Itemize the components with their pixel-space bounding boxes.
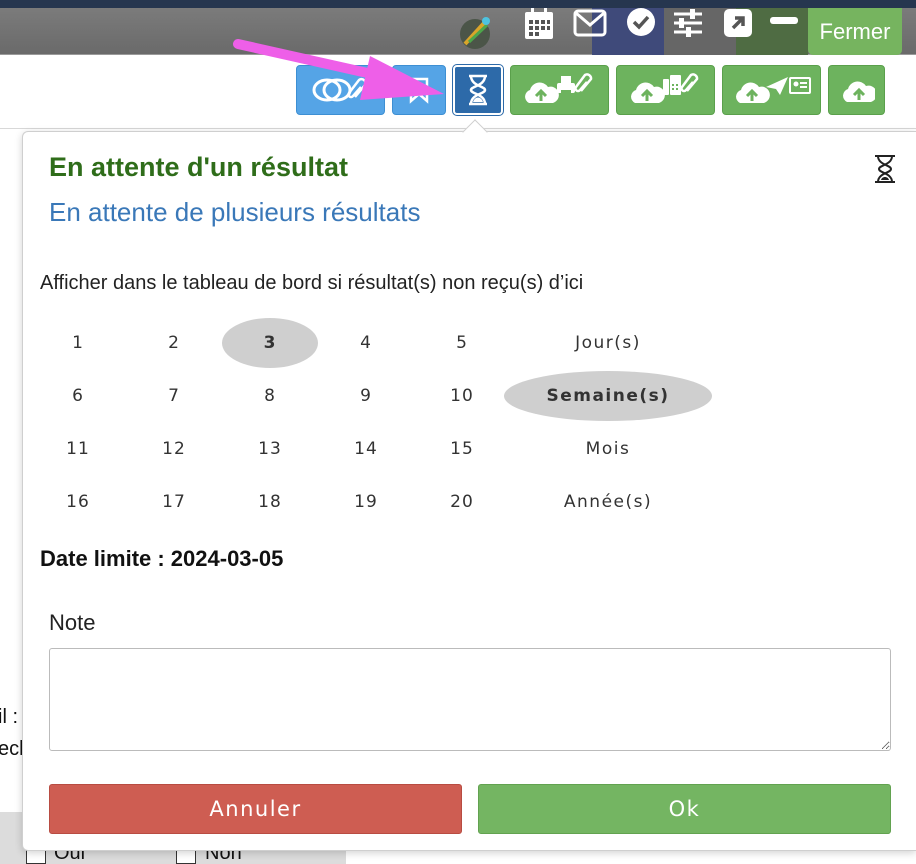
annotation-arrow-icon xyxy=(233,39,444,100)
number-option-14[interactable]: 14 xyxy=(318,424,414,474)
number-option-5[interactable]: 5 xyxy=(414,318,510,368)
number-option-16[interactable]: 16 xyxy=(30,477,126,527)
number-option-11[interactable]: 11 xyxy=(30,424,126,474)
number-option-2[interactable]: 2 xyxy=(126,318,222,368)
number-option-10[interactable]: 10 xyxy=(414,371,510,421)
number-option-17[interactable]: 17 xyxy=(126,477,222,527)
number-option-3[interactable]: 3 xyxy=(222,318,318,368)
number-option-13[interactable]: 13 xyxy=(222,424,318,474)
unit-option-0[interactable]: Jour(s) xyxy=(504,318,712,368)
unit-option-2[interactable]: Mois xyxy=(504,424,712,474)
number-option-19[interactable]: 19 xyxy=(318,477,414,527)
number-option-15[interactable]: 15 xyxy=(414,424,510,474)
unit-option-1[interactable]: Semaine(s) xyxy=(504,371,712,421)
number-option-20[interactable]: 20 xyxy=(414,477,510,527)
number-option-1[interactable]: 1 xyxy=(30,318,126,368)
number-option-9[interactable]: 9 xyxy=(318,371,414,421)
number-option-7[interactable]: 7 xyxy=(126,371,222,421)
number-option-18[interactable]: 18 xyxy=(222,477,318,527)
number-option-6[interactable]: 6 xyxy=(30,371,126,421)
number-option-12[interactable]: 12 xyxy=(126,424,222,474)
number-option-4[interactable]: 4 xyxy=(318,318,414,368)
unit-option-3[interactable]: Année(s) xyxy=(504,477,712,527)
number-option-8[interactable]: 8 xyxy=(222,371,318,421)
duration-grid: 1 2 3 4 5 6 7 8 9 10 11 12 13 14 15 16 17 18 19 20 Jour(s) Se… xyxy=(0,0,916,864)
